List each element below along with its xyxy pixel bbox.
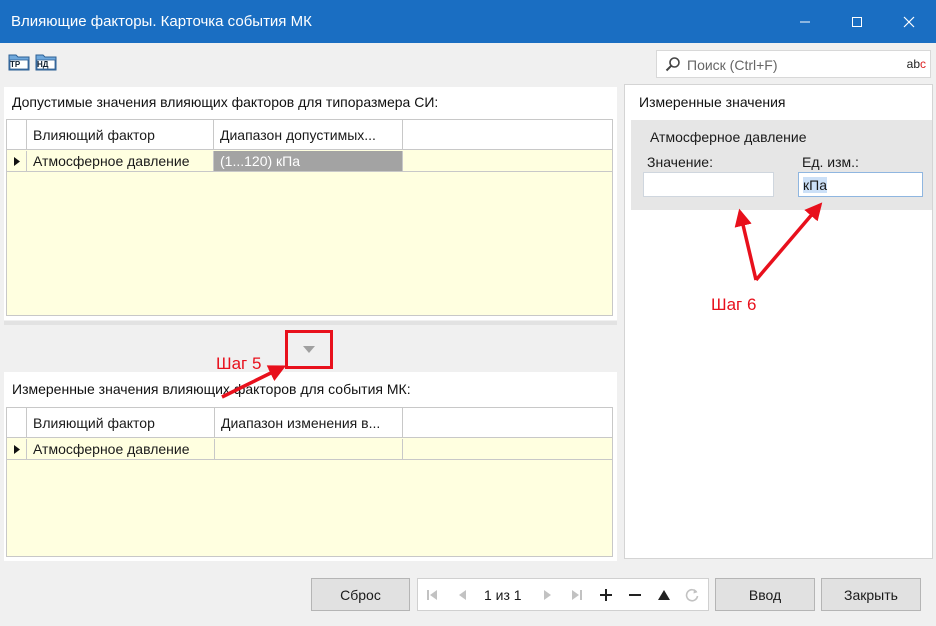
move-up-button[interactable] (656, 587, 672, 603)
allowed-values-title: Допустимые значения влияющих факторов дл… (12, 94, 439, 110)
grid-header: Влияющий фактор Диапазон допустимых... (7, 120, 612, 150)
spellcheck-icon[interactable]: abc (907, 57, 926, 71)
column-header-factor[interactable]: Влияющий фактор (27, 120, 214, 149)
measured-values-grid: Влияющий фактор Диапазон изменения в... … (6, 407, 613, 557)
search-box[interactable]: abc (656, 50, 931, 78)
nd-button[interactable]: НД (34, 50, 58, 74)
step5-annotation: Шаг 5 (216, 354, 262, 373)
refresh-button[interactable] (684, 587, 700, 603)
refresh-icon (685, 588, 699, 602)
add-record-button[interactable] (598, 587, 614, 603)
header-selector (7, 408, 27, 437)
header-selector (7, 120, 27, 149)
collapse-toggle-button[interactable] (285, 330, 333, 369)
delete-record-button[interactable] (627, 587, 643, 603)
cell-factor[interactable]: Атмосферное давление (27, 439, 215, 459)
search-icon (665, 57, 680, 72)
next-icon (544, 590, 551, 600)
spellcheck-ab: ab (906, 57, 920, 71)
value-field[interactable] (643, 172, 774, 197)
pressure-group: Атмосферное давление Значение: Ед. изм.:… (631, 120, 932, 210)
search-input[interactable] (687, 55, 887, 74)
table-row[interactable]: Атмосферное давление (7, 439, 612, 460)
window-title: Влияющие факторы. Карточка события МК (11, 13, 312, 30)
nd-button-label: НД (37, 60, 49, 69)
first-record-button[interactable] (424, 587, 440, 603)
reset-button[interactable]: Сброс (311, 578, 410, 611)
cell-factor[interactable]: Атмосферное давление (27, 151, 214, 171)
row-selector[interactable] (7, 151, 27, 171)
row-pointer-icon (13, 156, 20, 166)
unit-label: Ед. изм.: (802, 154, 859, 170)
table-row[interactable]: Атмосферное давление (1...120) кПа (7, 151, 612, 172)
chevron-down-icon (303, 346, 315, 353)
close-button[interactable]: Закрыть (821, 578, 921, 611)
minimize-button[interactable] (782, 0, 828, 43)
page-indicator: 1 из 1 (484, 587, 522, 603)
title-bar: Влияющие факторы. Карточка события МК (0, 0, 936, 43)
column-header-range[interactable]: Диапазон изменения в... (215, 408, 403, 437)
cell-range[interactable]: (1...120) кПа (214, 151, 403, 171)
grid-header: Влияющий фактор Диапазон изменения в... (7, 408, 612, 438)
group-title: Атмосферное давление (650, 129, 807, 145)
splitter[interactable] (4, 321, 617, 325)
enter-button[interactable]: Ввод (715, 578, 815, 611)
column-header-range[interactable]: Диапазон допустимых... (214, 120, 403, 149)
tr-button-label: ТР (10, 60, 21, 69)
prev-icon (459, 590, 466, 600)
close-window-button[interactable] (886, 0, 932, 43)
cell-range[interactable] (215, 439, 403, 459)
record-navigator: 1 из 1 (417, 578, 709, 611)
allowed-values-panel: Допустимые значения влияющих факторов дл… (4, 87, 617, 320)
minimize-icon (800, 21, 810, 22)
minus-icon (629, 594, 641, 596)
row-selector[interactable] (7, 439, 27, 459)
spellcheck-c: c (920, 57, 926, 71)
plus-icon (600, 589, 612, 601)
next-record-button[interactable] (540, 587, 556, 603)
last-record-button[interactable] (569, 587, 585, 603)
measured-values-title: Измеренные значения влияющих факторов дл… (12, 381, 411, 397)
last-icon (572, 590, 582, 600)
measured-values-panel: Измеренные значения влияющих факторов дл… (4, 372, 617, 561)
allowed-values-grid: Влияющий фактор Диапазон допустимых... А… (6, 119, 613, 316)
step6-annotation: Шаг 6 (711, 295, 757, 314)
maximize-button[interactable] (834, 0, 880, 43)
column-header-factor[interactable]: Влияющий фактор (27, 408, 215, 437)
tr-button[interactable]: ТР (7, 50, 31, 74)
close-icon (903, 16, 915, 27)
side-panel-title: Измеренные значения (639, 94, 786, 110)
unit-field-value: кПа (803, 176, 827, 193)
first-icon (427, 590, 437, 600)
unit-field[interactable]: кПа (798, 172, 923, 197)
triangle-up-icon (658, 590, 670, 600)
maximize-icon (852, 16, 862, 27)
value-label: Значение: (647, 154, 713, 170)
row-pointer-icon (13, 444, 20, 454)
prev-record-button[interactable] (454, 587, 470, 603)
